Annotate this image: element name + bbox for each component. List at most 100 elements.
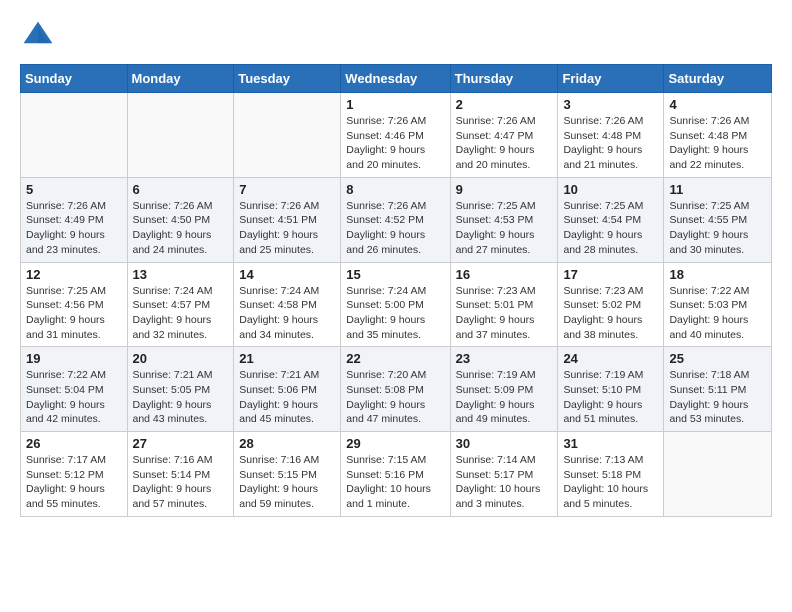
logo [20,18,60,54]
day-number: 28 [239,436,335,451]
header [20,18,772,54]
calendar-day-cell: 17 Sunrise: 7:23 AMSunset: 5:02 PMDayligh… [558,262,664,347]
day-number: 3 [563,97,658,112]
day-of-week-header: Thursday [450,65,558,93]
day-info: Sunrise: 7:19 AMSunset: 5:09 PMDaylight:… [456,368,553,427]
calendar-day-cell: 3 Sunrise: 7:26 AMSunset: 4:48 PMDaylight… [558,93,664,178]
day-number: 31 [563,436,658,451]
day-number: 15 [346,267,444,282]
calendar-day-cell [21,93,128,178]
calendar-day-cell: 18 Sunrise: 7:22 AMSunset: 5:03 PMDayligh… [664,262,772,347]
day-info: Sunrise: 7:20 AMSunset: 5:08 PMDaylight:… [346,368,444,427]
calendar-day-cell: 29 Sunrise: 7:15 AMSunset: 5:16 PMDayligh… [341,432,450,517]
calendar-table: SundayMondayTuesdayWednesdayThursdayFrid… [20,64,772,517]
day-number: 29 [346,436,444,451]
day-number: 25 [669,351,766,366]
day-info: Sunrise: 7:26 AMSunset: 4:48 PMDaylight:… [669,114,766,173]
day-of-week-header: Saturday [664,65,772,93]
calendar-day-cell: 7 Sunrise: 7:26 AMSunset: 4:51 PMDaylight… [234,177,341,262]
day-info: Sunrise: 7:24 AMSunset: 4:57 PMDaylight:… [133,284,229,343]
day-info: Sunrise: 7:26 AMSunset: 4:49 PMDaylight:… [26,199,122,258]
day-info: Sunrise: 7:25 AMSunset: 4:54 PMDaylight:… [563,199,658,258]
calendar-day-cell [127,93,234,178]
day-number: 26 [26,436,122,451]
calendar-day-cell: 8 Sunrise: 7:26 AMSunset: 4:52 PMDaylight… [341,177,450,262]
day-number: 19 [26,351,122,366]
day-number: 17 [563,267,658,282]
calendar-week-row: 5 Sunrise: 7:26 AMSunset: 4:49 PMDaylight… [21,177,772,262]
day-info: Sunrise: 7:13 AMSunset: 5:18 PMDaylight:… [563,453,658,512]
day-of-week-header: Tuesday [234,65,341,93]
calendar-week-row: 12Sunrise: 7:25 AMSunset: 4:56 PMDayligh… [21,262,772,347]
day-info: Sunrise: 7:21 AMSunset: 5:05 PMDaylight:… [133,368,229,427]
day-number: 18 [669,267,766,282]
day-info: Sunrise: 7:22 AMSunset: 5:04 PMDaylight:… [26,368,122,427]
day-number: 2 [456,97,553,112]
day-info: Sunrise: 7:16 AMSunset: 5:14 PMDaylight:… [133,453,229,512]
day-info: Sunrise: 7:25 AMSunset: 4:55 PMDaylight:… [669,199,766,258]
day-number: 22 [346,351,444,366]
day-info: Sunrise: 7:26 AMSunset: 4:51 PMDaylight:… [239,199,335,258]
day-number: 21 [239,351,335,366]
page: SundayMondayTuesdayWednesdayThursdayFrid… [0,0,792,527]
day-of-week-header: Friday [558,65,664,93]
day-info: Sunrise: 7:17 AMSunset: 5:12 PMDaylight:… [26,453,122,512]
logo-icon [20,18,56,54]
day-number: 13 [133,267,229,282]
day-info: Sunrise: 7:19 AMSunset: 5:10 PMDaylight:… [563,368,658,427]
calendar-day-cell: 13 Sunrise: 7:24 AMSunset: 4:57 PMDayligh… [127,262,234,347]
calendar-day-cell: 22 Sunrise: 7:20 AMSunset: 5:08 PMDayligh… [341,347,450,432]
calendar-day-cell: 4Sunrise: 7:26 AMSunset: 4:48 PMDaylight… [664,93,772,178]
calendar-day-cell: 26 Sunrise: 7:17 AMSunset: 5:12 PMDayligh… [21,432,128,517]
day-info: Sunrise: 7:18 AMSunset: 5:11 PMDaylight:… [669,368,766,427]
day-of-week-header: Sunday [21,65,128,93]
calendar-header-row: SundayMondayTuesdayWednesdayThursdayFrid… [21,65,772,93]
day-info: Sunrise: 7:26 AMSunset: 4:50 PMDaylight:… [133,199,229,258]
day-info: Sunrise: 7:25 AMSunset: 4:53 PMDaylight:… [456,199,553,258]
day-number: 12 [26,267,122,282]
calendar-day-cell: 20 Sunrise: 7:21 AMSunset: 5:05 PMDayligh… [127,347,234,432]
day-number: 14 [239,267,335,282]
day-info: Sunrise: 7:23 AMSunset: 5:02 PMDaylight:… [563,284,658,343]
calendar-day-cell: 30 Sunrise: 7:14 AMSunset: 5:17 PMDayligh… [450,432,558,517]
day-number: 5 [26,182,122,197]
calendar-week-row: 26 Sunrise: 7:17 AMSunset: 5:12 PMDayligh… [21,432,772,517]
day-number: 8 [346,182,444,197]
calendar-day-cell [664,432,772,517]
day-info: Sunrise: 7:16 AMSunset: 5:15 PMDaylight:… [239,453,335,512]
day-of-week-header: Wednesday [341,65,450,93]
day-number: 30 [456,436,553,451]
calendar-day-cell: 15 Sunrise: 7:24 AMSunset: 5:00 PMDayligh… [341,262,450,347]
calendar-day-cell: 14 Sunrise: 7:24 AMSunset: 4:58 PMDayligh… [234,262,341,347]
day-number: 27 [133,436,229,451]
calendar-week-row: 19 Sunrise: 7:22 AMSunset: 5:04 PMDayligh… [21,347,772,432]
day-info: Sunrise: 7:26 AMSunset: 4:48 PMDaylight:… [563,114,658,173]
calendar-day-cell: 31 Sunrise: 7:13 AMSunset: 5:18 PMDayligh… [558,432,664,517]
day-number: 1 [346,97,444,112]
day-info: Sunrise: 7:24 AMSunset: 4:58 PMDaylight:… [239,284,335,343]
day-info: Sunrise: 7:23 AMSunset: 5:01 PMDaylight:… [456,284,553,343]
calendar-day-cell: 6Sunrise: 7:26 AMSunset: 4:50 PMDaylight… [127,177,234,262]
day-number: 7 [239,182,335,197]
day-info: Sunrise: 7:14 AMSunset: 5:17 PMDaylight:… [456,453,553,512]
day-info: Sunrise: 7:22 AMSunset: 5:03 PMDaylight:… [669,284,766,343]
calendar-day-cell: 16 Sunrise: 7:23 AMSunset: 5:01 PMDayligh… [450,262,558,347]
calendar-day-cell: 23 Sunrise: 7:19 AMSunset: 5:09 PMDayligh… [450,347,558,432]
calendar-day-cell: 5 Sunrise: 7:26 AMSunset: 4:49 PMDaylight… [21,177,128,262]
day-info: Sunrise: 7:24 AMSunset: 5:00 PMDaylight:… [346,284,444,343]
day-info: Sunrise: 7:15 AMSunset: 5:16 PMDaylight:… [346,453,444,512]
calendar-day-cell: 1 Sunrise: 7:26 AMSunset: 4:46 PMDaylight… [341,93,450,178]
day-number: 11 [669,182,766,197]
day-number: 23 [456,351,553,366]
day-number: 16 [456,267,553,282]
day-info: Sunrise: 7:21 AMSunset: 5:06 PMDaylight:… [239,368,335,427]
calendar-day-cell: 12Sunrise: 7:25 AMSunset: 4:56 PMDayligh… [21,262,128,347]
calendar-day-cell: 9Sunrise: 7:25 AMSunset: 4:53 PMDaylight… [450,177,558,262]
calendar-day-cell: 24Sunrise: 7:19 AMSunset: 5:10 PMDayligh… [558,347,664,432]
calendar-day-cell: 27 Sunrise: 7:16 AMSunset: 5:14 PMDayligh… [127,432,234,517]
calendar-day-cell: 2Sunrise: 7:26 AMSunset: 4:47 PMDaylight… [450,93,558,178]
day-info: Sunrise: 7:26 AMSunset: 4:52 PMDaylight:… [346,199,444,258]
calendar-day-cell: 11 Sunrise: 7:25 AMSunset: 4:55 PMDayligh… [664,177,772,262]
day-info: Sunrise: 7:26 AMSunset: 4:46 PMDaylight:… [346,114,444,173]
day-number: 20 [133,351,229,366]
